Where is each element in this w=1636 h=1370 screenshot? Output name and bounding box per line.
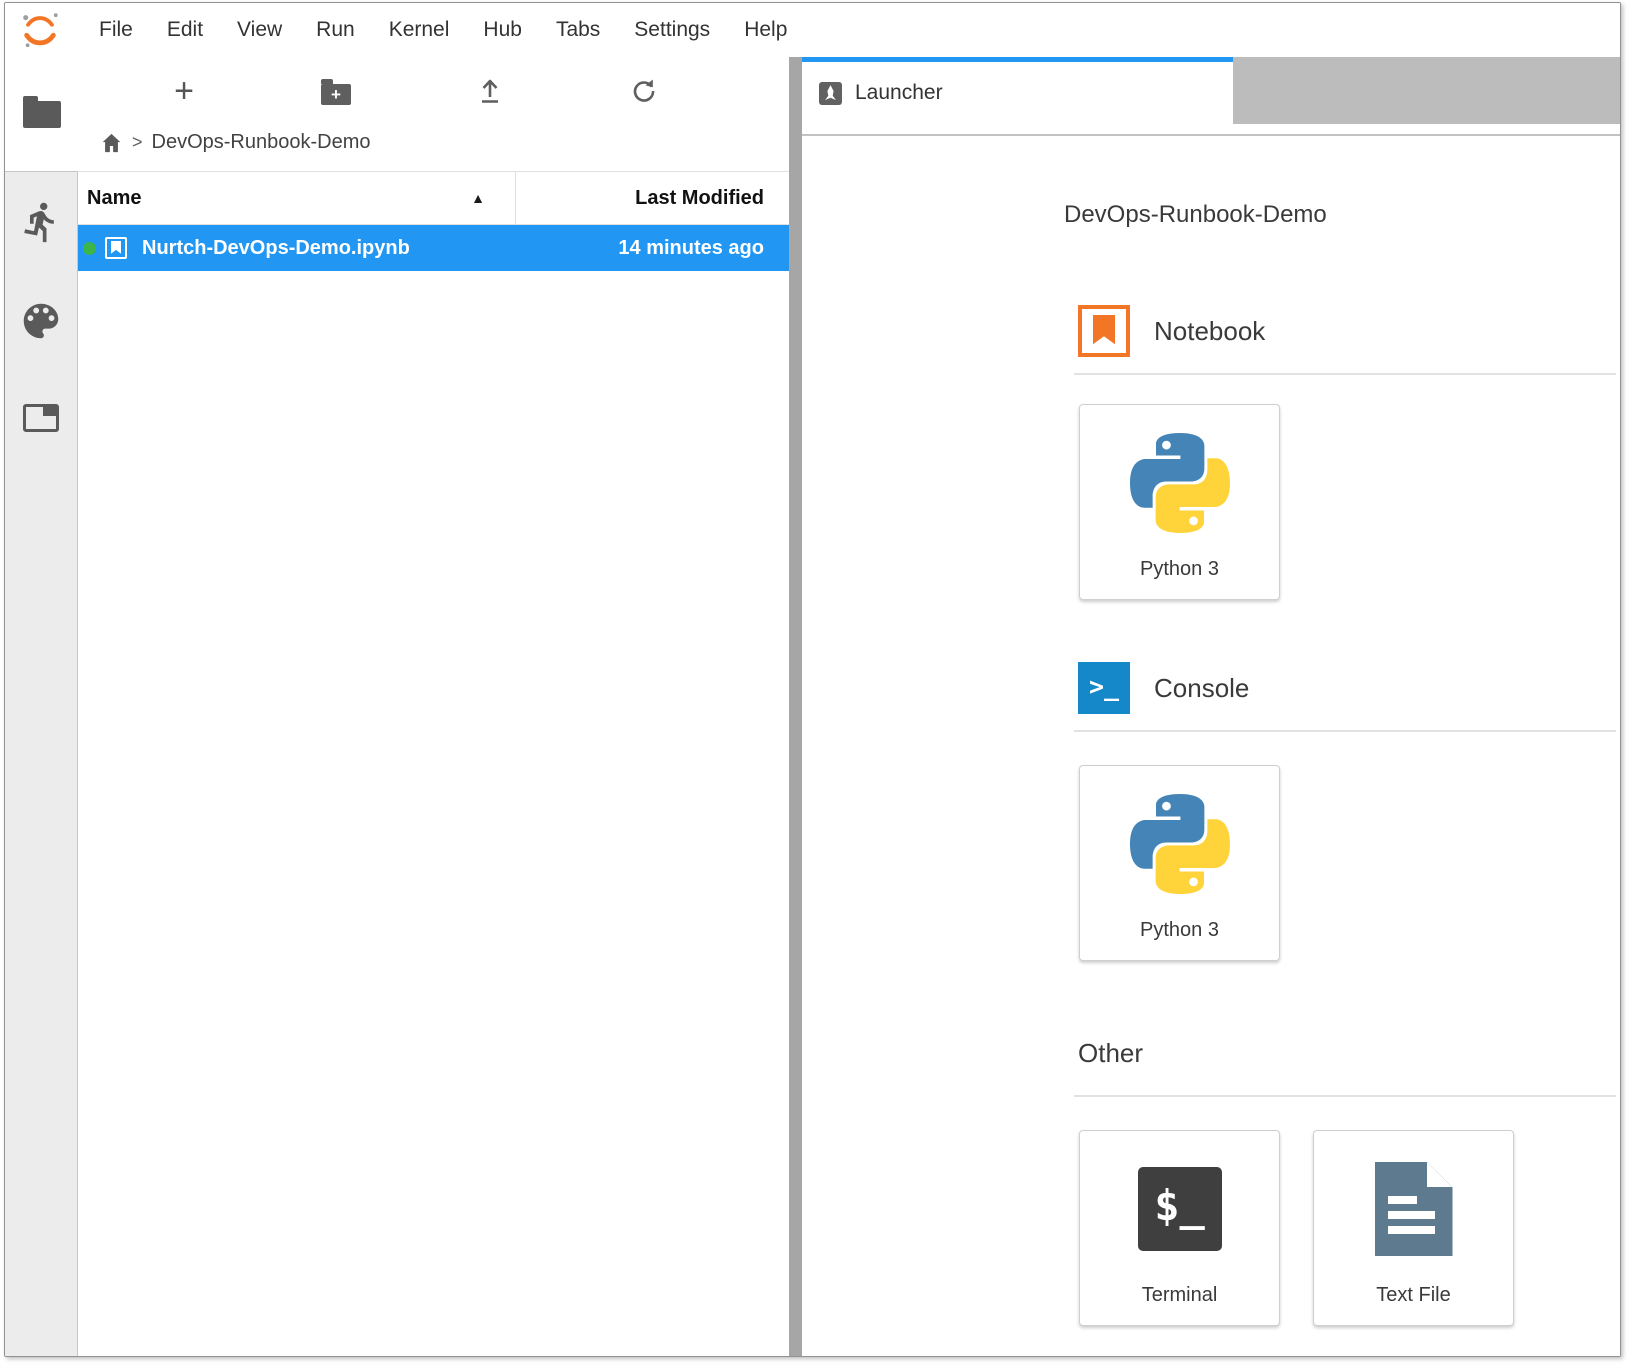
menu-run[interactable]: Run <box>316 18 355 42</box>
folder-icon <box>23 101 61 128</box>
menu-hub[interactable]: Hub <box>483 18 522 42</box>
launcher-cwd-title: DevOps-Runbook-Demo <box>1064 200 1616 230</box>
card-label: Python 3 <box>1140 919 1219 942</box>
other-cards-row: $_ Terminal Text <box>1079 1130 1616 1326</box>
menu-kernel[interactable]: Kernel <box>389 18 450 42</box>
column-header-name[interactable]: Name ▲ <box>78 172 516 224</box>
section-label: Console <box>1154 673 1249 704</box>
home-icon[interactable] <box>100 132 123 154</box>
menu-view[interactable]: View <box>237 18 282 42</box>
main-area: + + <box>5 57 1620 1356</box>
palette-icon[interactable] <box>18 298 64 344</box>
dock-panel: Launcher DevOps-Runbook-Demo Notebook <box>802 57 1620 1356</box>
rocket-icon <box>819 82 842 105</box>
column-header-last-modified[interactable]: Last Modified <box>516 172 789 224</box>
sidebar-tab-files[interactable] <box>5 57 78 171</box>
activity-bar <box>5 57 78 1356</box>
console-cards-row: Python 3 <box>1079 765 1616 961</box>
console-icon: >_ <box>1078 662 1130 714</box>
launcher-card-terminal[interactable]: $_ Terminal <box>1079 1130 1280 1326</box>
launcher-card-console-python3[interactable]: Python 3 <box>1079 765 1280 961</box>
file-name: Nurtch-DevOps-Demo.ipynb <box>142 237 410 260</box>
file-browser-panel: + + <box>78 57 789 1356</box>
terminal-icon: $_ <box>1138 1167 1222 1251</box>
dock-content-divider <box>802 124 1620 136</box>
section-divider <box>1074 373 1616 375</box>
activity-bar-rest <box>5 171 78 1356</box>
card-label: Terminal <box>1142 1284 1218 1307</box>
last-modified-column-label: Last Modified <box>635 187 764 210</box>
card-label: Python 3 <box>1140 558 1219 581</box>
notebook-cards-row: Python 3 <box>1079 404 1616 600</box>
panel-splitter[interactable] <box>789 57 802 1356</box>
file-row-name-cell: Nurtch-DevOps-Demo.ipynb <box>78 237 516 260</box>
launcher-card-text-file[interactable]: Text File <box>1313 1130 1514 1326</box>
menu-settings[interactable]: Settings <box>634 18 710 42</box>
file-browser-toolbar: + + <box>78 57 789 171</box>
new-launcher-button[interactable]: + <box>160 69 208 113</box>
menu-help[interactable]: Help <box>744 18 787 42</box>
breadcrumb: > DevOps-Runbook-Demo <box>100 131 371 154</box>
section-divider <box>1074 730 1616 732</box>
tab-launcher[interactable]: Launcher <box>802 57 1233 124</box>
section-header-other: Other <box>1078 1027 1616 1079</box>
name-column-label: Name <box>87 187 141 210</box>
refresh-icon <box>630 77 658 105</box>
file-row-selected[interactable]: Nurtch-DevOps-Demo.ipynb 14 minutes ago <box>78 225 789 271</box>
running-man-icon[interactable] <box>19 200 63 244</box>
breadcrumb-separator: > <box>132 132 143 153</box>
section-label: Notebook <box>1154 316 1265 347</box>
menu-edit[interactable]: Edit <box>167 18 203 42</box>
section-header-notebook: Notebook <box>1078 305 1616 357</box>
new-folder-icon: + <box>321 84 351 105</box>
section-header-console: >_ Console <box>1078 662 1616 714</box>
card-label: Text File <box>1376 1284 1450 1307</box>
sort-ascending-icon: ▲ <box>471 190 485 206</box>
tabs-icon[interactable] <box>23 404 59 432</box>
python-logo <box>1130 792 1230 896</box>
upload-icon <box>476 76 504 106</box>
tab-launcher-label: Launcher <box>855 81 943 105</box>
jupyterlab-window: File Edit View Run Kernel Hub Tabs Setti… <box>4 2 1621 1357</box>
refresh-button[interactable] <box>620 69 668 113</box>
plus-icon: + <box>174 74 194 108</box>
file-last-modified: 14 minutes ago <box>618 237 764 259</box>
breadcrumb-path[interactable]: DevOps-Runbook-Demo <box>152 131 371 154</box>
new-folder-button[interactable]: + <box>312 69 360 113</box>
dock-tab-bar: Launcher <box>802 57 1620 124</box>
running-kernel-indicator <box>83 242 96 255</box>
section-label: Other <box>1078 1038 1143 1069</box>
section-divider <box>1074 1095 1616 1097</box>
notebook-icon <box>1078 305 1130 357</box>
jupyter-logo <box>19 9 61 51</box>
text-file-icon <box>1375 1162 1453 1256</box>
file-row-modified-cell: 14 minutes ago <box>516 237 789 260</box>
python-logo <box>1130 431 1230 535</box>
upload-button[interactable] <box>466 69 514 113</box>
menu-file[interactable]: File <box>99 18 133 42</box>
menu-tabs[interactable]: Tabs <box>556 18 600 42</box>
menu-bar: File Edit View Run Kernel Hub Tabs Setti… <box>5 3 1620 57</box>
notebook-file-icon <box>105 237 127 259</box>
launcher-panel: DevOps-Runbook-Demo Notebook <box>802 136 1620 1356</box>
launcher-card-notebook-python3[interactable]: Python 3 <box>1079 404 1280 600</box>
file-list-header: Name ▲ Last Modified <box>78 171 789 225</box>
